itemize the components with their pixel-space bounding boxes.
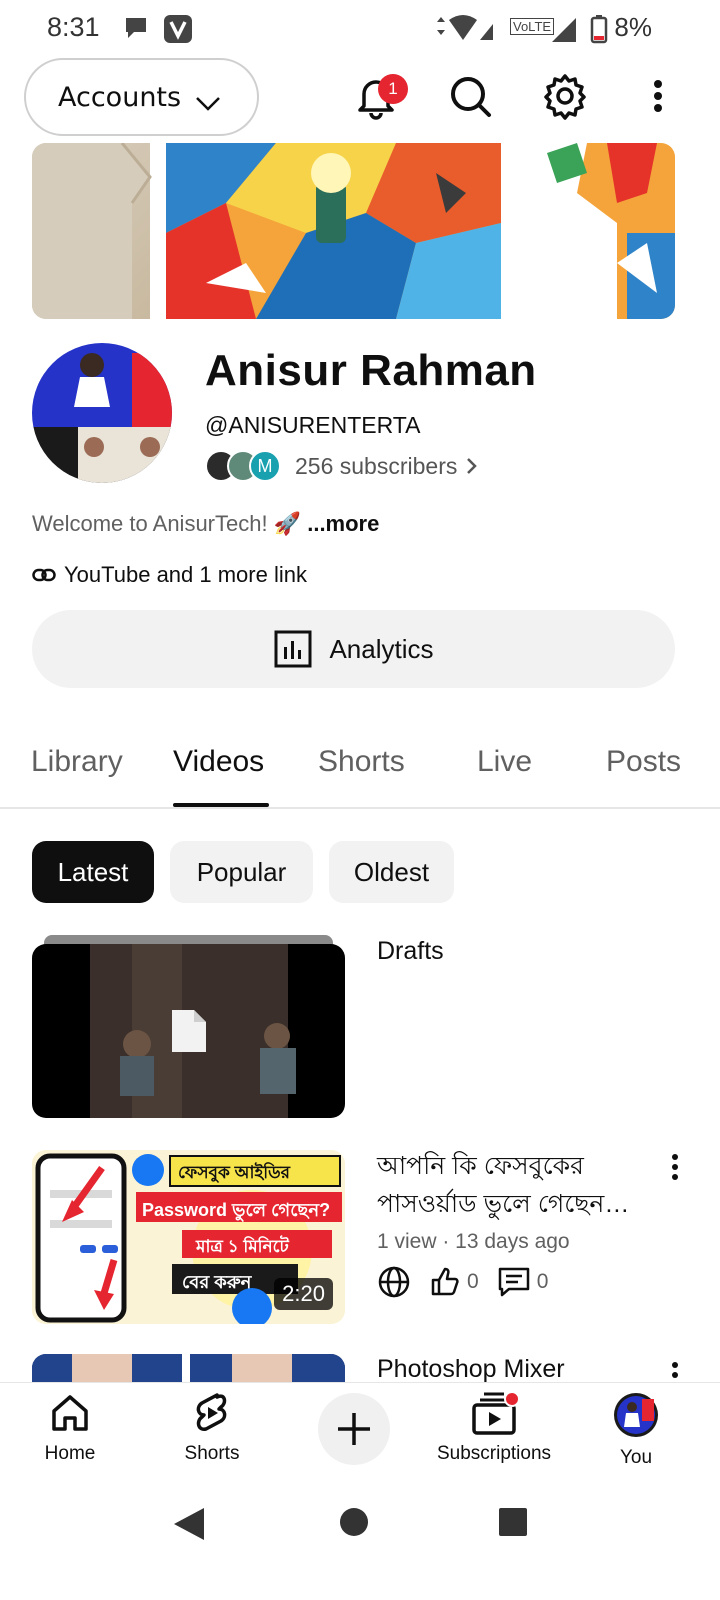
search-icon bbox=[451, 77, 491, 117]
likes-count: 0 bbox=[467, 1270, 479, 1293]
kebab-menu-icon bbox=[672, 1154, 678, 1180]
channel-links[interactable]: YouTube and 1 more link bbox=[32, 562, 307, 588]
comment-icon bbox=[498, 1267, 529, 1297]
more-link[interactable]: ...more bbox=[307, 511, 379, 536]
video-title-clip: Photoshop Mixer bbox=[377, 1350, 697, 1382]
battery-icon bbox=[590, 14, 608, 49]
tab-live[interactable]: Live bbox=[477, 745, 532, 779]
search-button[interactable] bbox=[446, 72, 494, 120]
links-label: YouTube and 1 more link bbox=[64, 562, 307, 587]
video-thumbnail[interactable] bbox=[32, 944, 345, 1118]
chip-oldest[interactable]: Oldest bbox=[329, 841, 454, 903]
accounts-label: Accounts bbox=[58, 81, 182, 113]
tab-posts[interactable]: Posts bbox=[606, 745, 681, 779]
gear-icon bbox=[544, 74, 586, 120]
draft-file-icon bbox=[172, 1010, 206, 1052]
shorts-icon bbox=[196, 1393, 227, 1431]
thumb-text: বের করুন bbox=[182, 1272, 252, 1292]
recents-icon[interactable] bbox=[497, 1506, 529, 1538]
nav-home-label: Home bbox=[44, 1443, 96, 1464]
thumb-text: ফেসবুক আইডির bbox=[178, 1163, 291, 1182]
subscriptions-icon bbox=[472, 1391, 518, 1435]
banner-shirt-shape bbox=[32, 143, 152, 319]
profile-avatar-icon bbox=[614, 1393, 658, 1437]
video-thumbnail[interactable]: ফেসবুক আইডির Password ভুলে গেছেন? মাত্র … bbox=[32, 1150, 345, 1324]
banner-colorful-art bbox=[166, 143, 501, 319]
nav-subscriptions[interactable]: Subscriptions bbox=[424, 1391, 564, 1465]
status-time: 8:31 bbox=[47, 12, 100, 42]
analytics-icon bbox=[274, 630, 312, 668]
channel-banner[interactable] bbox=[32, 143, 675, 319]
analytics-button[interactable]: Analytics bbox=[32, 610, 675, 688]
app-v-icon bbox=[163, 14, 193, 49]
home-icon bbox=[52, 1395, 88, 1431]
video-options-button[interactable] bbox=[670, 1360, 680, 1382]
video-title[interactable]: আপনি কি ফেসবুকের পাসওর্য়াড ভুলে গেছেন… bbox=[377, 1147, 652, 1223]
globe-icon bbox=[378, 1266, 410, 1298]
video-thumbnail[interactable] bbox=[32, 1354, 345, 1382]
home-circle-icon[interactable] bbox=[338, 1506, 370, 1538]
create-button[interactable] bbox=[318, 1393, 390, 1465]
settings-button[interactable] bbox=[541, 72, 589, 120]
notification-count-badge: 1 bbox=[378, 74, 408, 104]
nav-home[interactable]: Home bbox=[0, 1391, 140, 1465]
video-stats: 0 0 bbox=[377, 1265, 548, 1299]
chevron-right-icon bbox=[467, 458, 478, 474]
video-meta: 1 view · 13 days ago bbox=[377, 1230, 570, 1253]
kebab-menu-icon bbox=[672, 1362, 678, 1378]
kebab-menu-icon bbox=[654, 80, 662, 112]
comments-stat: 0 bbox=[497, 1266, 549, 1298]
thumb-text: Password ভুলে গেছেন? bbox=[142, 1200, 331, 1220]
plus-icon bbox=[338, 1413, 370, 1445]
chip-popular[interactable]: Popular bbox=[170, 841, 313, 903]
chat-notification-icon bbox=[122, 14, 150, 47]
photoshop-mixer-thumbnail bbox=[32, 1354, 345, 1382]
thumb-text: মাত্র ১ মিনিটে bbox=[196, 1237, 289, 1256]
video-title[interactable]: Drafts bbox=[377, 932, 652, 970]
subscribers-row[interactable]: M 256 subscribers bbox=[205, 450, 479, 482]
link-icon bbox=[32, 568, 56, 582]
comments-count: 0 bbox=[536, 1270, 549, 1293]
video-duration: 2:20 bbox=[274, 1278, 333, 1310]
nav-subscriptions-label: Subscriptions bbox=[436, 1443, 552, 1464]
video-options-button[interactable] bbox=[670, 1152, 680, 1187]
banner-right-art bbox=[547, 143, 675, 319]
channel-name: Anisur Rahman bbox=[205, 346, 537, 395]
subscriber-avatar: M bbox=[249, 450, 281, 482]
nav-shorts[interactable]: Shorts bbox=[142, 1391, 282, 1465]
back-icon[interactable] bbox=[172, 1506, 206, 1542]
analytics-label: Analytics bbox=[329, 633, 434, 664]
channel-tabs: Library Videos Shorts Live Posts bbox=[0, 735, 720, 809]
nav-you-label: You bbox=[619, 1447, 653, 1468]
tab-library[interactable]: Library bbox=[31, 745, 123, 779]
tab-videos[interactable]: Videos bbox=[173, 745, 264, 779]
chip-latest[interactable]: Latest bbox=[32, 841, 154, 903]
status-bar: 8:31 VoLTE 8% bbox=[0, 0, 720, 56]
subscriber-count: 256 subscribers bbox=[295, 452, 458, 479]
signal-icon bbox=[550, 14, 580, 49]
system-navigation-bar bbox=[0, 1486, 720, 1600]
channel-description[interactable]: Welcome to AnisurTech! 🚀 ...more bbox=[32, 511, 379, 537]
likes-stat: 0 bbox=[429, 1266, 479, 1298]
visibility-public bbox=[377, 1265, 411, 1299]
volte-badge: VoLTE bbox=[510, 18, 555, 36]
more-options-button[interactable] bbox=[640, 72, 676, 120]
channel-avatar[interactable] bbox=[32, 343, 172, 483]
channel-handle: @ANISURENTERTA bbox=[205, 412, 421, 438]
bottom-navigation: Home Shorts Subscriptions You bbox=[0, 1382, 720, 1486]
video-title[interactable]: Photoshop Mixer bbox=[377, 1355, 565, 1382]
tab-shorts[interactable]: Shorts bbox=[318, 745, 405, 779]
nav-shorts-label: Shorts bbox=[184, 1443, 240, 1464]
active-tab-indicator bbox=[173, 803, 269, 807]
accounts-button[interactable]: Accounts bbox=[24, 58, 259, 136]
wifi-icon bbox=[433, 14, 503, 49]
battery-percent: 8% bbox=[614, 12, 652, 42]
thumbs-up-icon bbox=[431, 1267, 459, 1296]
nav-you[interactable]: You bbox=[566, 1391, 706, 1469]
chevron-down-icon bbox=[195, 88, 221, 119]
description-text: Welcome to AnisurTech! 🚀 bbox=[32, 511, 302, 536]
avatar-image bbox=[32, 343, 172, 483]
